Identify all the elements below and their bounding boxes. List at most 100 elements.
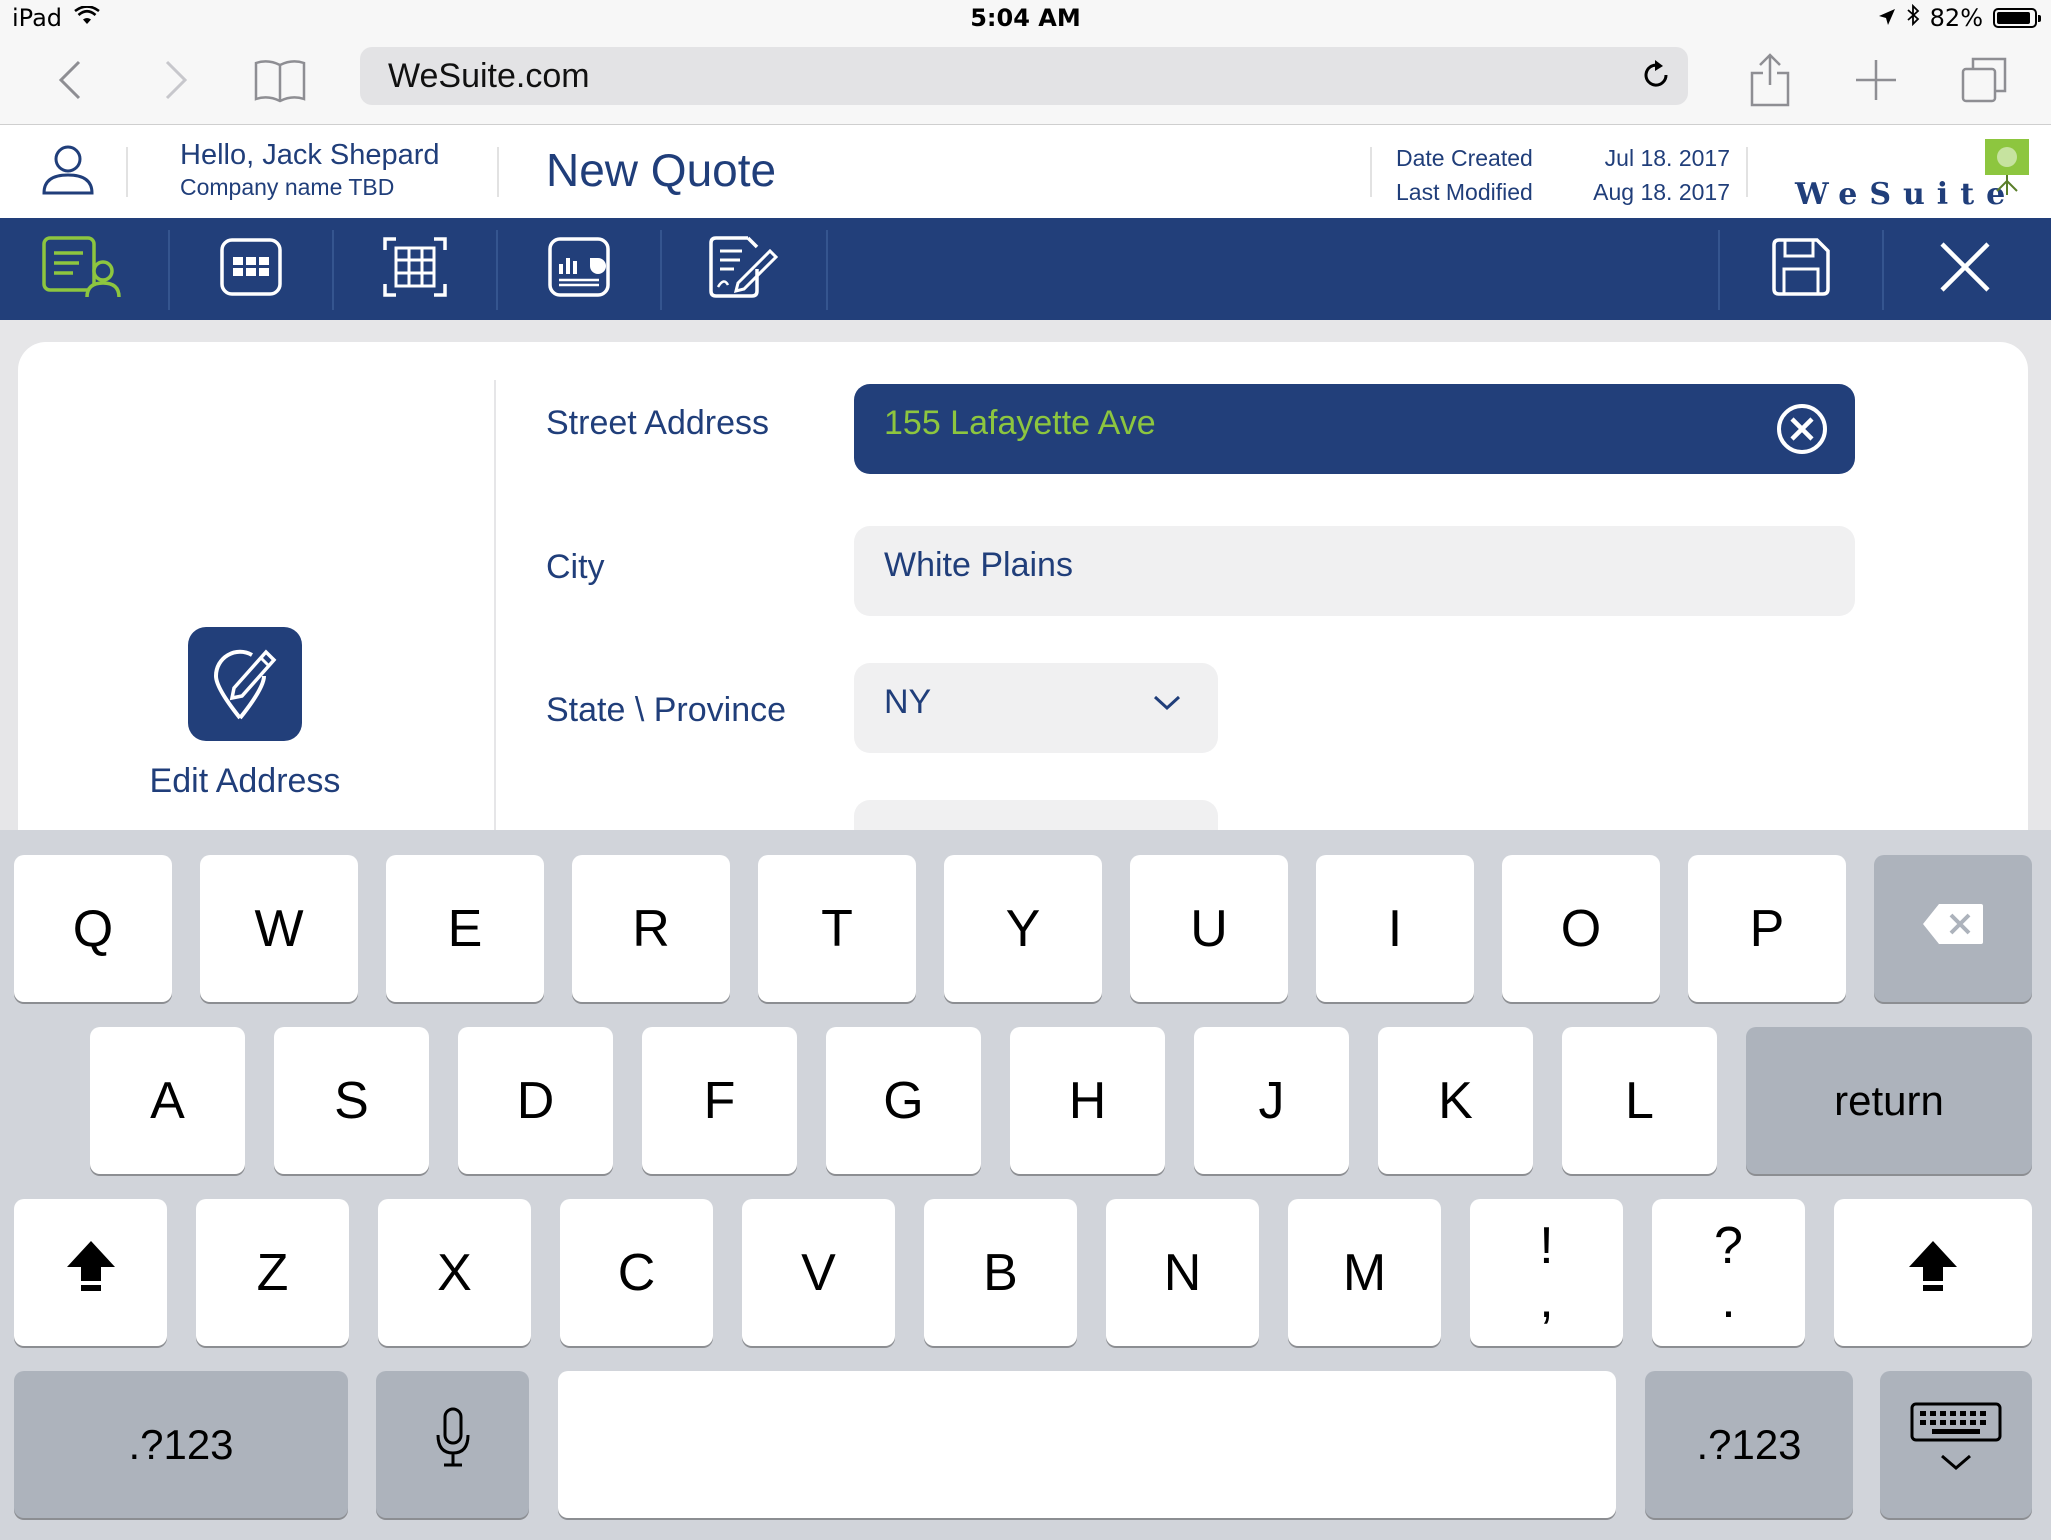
key-u[interactable]: U	[1130, 855, 1288, 1002]
date-created-label: Date Created	[1396, 145, 1533, 171]
backspace-icon	[1921, 899, 1985, 959]
clear-input-icon[interactable]	[1775, 402, 1829, 460]
last-modified-label: Last Modified	[1396, 179, 1533, 205]
key-m[interactable]: M	[1288, 1199, 1441, 1346]
microphone-icon	[435, 1407, 471, 1482]
key-q[interactable]: Q	[14, 855, 172, 1002]
sign-document-button[interactable]	[662, 218, 824, 320]
key-w[interactable]: W	[200, 855, 358, 1002]
key-o[interactable]: O	[1502, 855, 1660, 1002]
user-icon[interactable]	[40, 141, 96, 201]
key-a[interactable]: A	[90, 1027, 245, 1174]
page-title: New Quote	[546, 144, 777, 196]
key-l[interactable]: L	[1562, 1027, 1717, 1174]
numbers-key-right[interactable]: .?123	[1645, 1371, 1853, 1518]
key-c[interactable]: C	[560, 1199, 713, 1346]
key-question-period[interactable]: ? .	[1652, 1199, 1805, 1346]
save-icon	[1771, 237, 1831, 301]
date-labels: Date Created Last Modified	[1396, 141, 1533, 209]
dictation-key[interactable]	[376, 1371, 529, 1518]
tabs-icon[interactable]	[1956, 52, 2012, 108]
edit-location-icon	[210, 642, 280, 726]
status-bar: iPad 5:04 AM 82%	[0, 0, 2051, 38]
keyboard-dismiss-icon	[1910, 1402, 2002, 1487]
state-province-select[interactable]: NY	[854, 663, 1218, 753]
user-greeting: Hello, Jack Shepard Company name TBD	[180, 139, 440, 201]
spreadsheet-button[interactable]	[334, 218, 496, 320]
city-input[interactable]: White Plains	[854, 526, 1855, 616]
key-period-label: .	[1721, 1270, 1736, 1329]
shift-key-left[interactable]	[14, 1199, 167, 1346]
clock: 5:04 AM	[970, 4, 1081, 32]
key-e[interactable]: E	[386, 855, 544, 1002]
url-text: WeSuite.com	[388, 57, 590, 95]
key-question-label: ?	[1714, 1216, 1743, 1275]
city-label: City	[546, 548, 605, 586]
grid-apps-icon	[219, 237, 283, 301]
shift-key-right[interactable]	[1834, 1199, 2032, 1346]
key-z[interactable]: Z	[196, 1199, 349, 1346]
key-exclamation-comma[interactable]: ! ,	[1470, 1199, 1623, 1346]
shift-icon	[65, 1239, 117, 1306]
app-toolbar	[0, 218, 2051, 320]
apps-grid-button[interactable]	[170, 218, 332, 320]
key-s[interactable]: S	[274, 1027, 429, 1174]
edit-address-label[interactable]: Edit Address	[100, 762, 390, 801]
hide-keyboard-key[interactable]	[1880, 1371, 2032, 1518]
logo-tree-icon	[1983, 137, 2031, 205]
close-button[interactable]	[1884, 218, 2046, 320]
save-button[interactable]	[1720, 218, 1882, 320]
key-g[interactable]: G	[826, 1027, 981, 1174]
battery-icon	[1993, 8, 2041, 28]
space-key[interactable]	[558, 1371, 1616, 1518]
key-n[interactable]: N	[1106, 1199, 1259, 1346]
key-y[interactable]: Y	[944, 855, 1102, 1002]
customer-info-button[interactable]	[4, 218, 166, 320]
key-k[interactable]: K	[1378, 1027, 1533, 1174]
edit-address-button[interactable]	[188, 627, 302, 741]
address-bar[interactable]: WeSuite.com	[360, 47, 1688, 105]
bluetooth-icon	[1906, 3, 1920, 32]
battery-percent: 82%	[1929, 4, 1983, 32]
key-i[interactable]: I	[1316, 855, 1474, 1002]
reload-icon[interactable]	[1638, 57, 1674, 97]
forward-icon[interactable]	[148, 52, 204, 108]
last-modified-value: Aug 18. 2017	[1593, 179, 1730, 205]
new-tab-icon[interactable]	[1848, 52, 1904, 108]
key-f[interactable]: F	[642, 1027, 797, 1174]
key-t[interactable]: T	[758, 855, 916, 1002]
key-p[interactable]: P	[1688, 855, 1846, 1002]
date-values: Jul 18. 2017 Aug 18. 2017	[1576, 141, 1730, 209]
backspace-key[interactable]	[1874, 855, 2032, 1002]
reports-button[interactable]	[498, 218, 660, 320]
city-value: White Plains	[884, 546, 1073, 584]
spreadsheet-icon	[382, 236, 448, 302]
key-h[interactable]: H	[1010, 1027, 1165, 1174]
street-address-value: 155 Lafayette Ave	[884, 404, 1156, 442]
greeting-text: Hello, Jack Shepard	[180, 139, 440, 171]
shift-icon	[1907, 1239, 1959, 1306]
return-key[interactable]: return	[1746, 1027, 2032, 1174]
back-icon[interactable]	[42, 52, 98, 108]
street-address-input[interactable]: 155 Lafayette Ave	[854, 384, 1855, 474]
sign-document-icon	[708, 235, 779, 303]
key-b[interactable]: B	[924, 1199, 1077, 1346]
company-name: Company name TBD	[180, 174, 395, 200]
key-v[interactable]: V	[742, 1199, 895, 1346]
key-r[interactable]: R	[572, 855, 730, 1002]
close-icon	[1939, 241, 1991, 297]
street-address-label: Street Address	[546, 404, 770, 442]
state-value: NY	[884, 683, 932, 721]
onscreen-keyboard: Q W E R T Y U I O P A S D F G H J K L re…	[0, 830, 2051, 1540]
key-j[interactable]: J	[1194, 1027, 1349, 1174]
numbers-key-left[interactable]: .?123	[14, 1371, 348, 1518]
key-d[interactable]: D	[458, 1027, 613, 1174]
bookmarks-icon[interactable]	[252, 52, 308, 108]
customer-info-icon	[41, 235, 129, 303]
state-province-label: State \ Province	[546, 691, 787, 729]
browser-toolbar: WeSuite.com	[0, 38, 2051, 125]
key-x[interactable]: X	[378, 1199, 531, 1346]
share-icon[interactable]	[1742, 52, 1798, 108]
key-comma-label: ,	[1539, 1270, 1554, 1329]
report-chart-icon	[547, 236, 611, 302]
